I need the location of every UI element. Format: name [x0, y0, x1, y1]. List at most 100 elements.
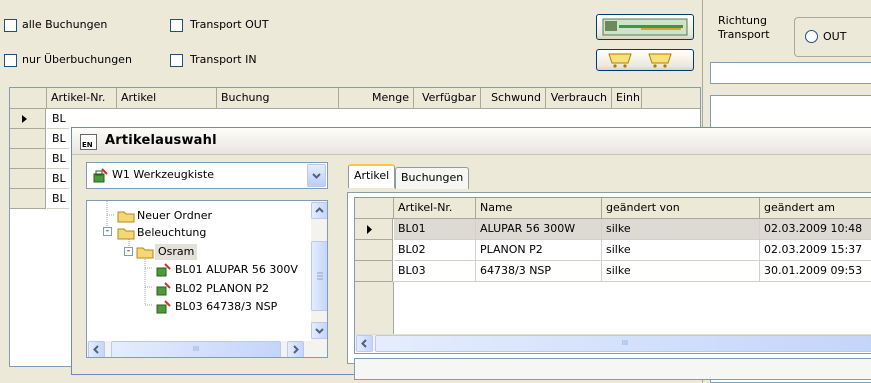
- table-cell[interactable]: BL01: [394, 219, 476, 240]
- collapse-osram-toggle[interactable]: -: [124, 247, 133, 256]
- grid-footer-bar: [354, 358, 871, 380]
- cart-transfer-button[interactable]: [596, 49, 694, 71]
- row-header[interactable]: [10, 189, 46, 209]
- col-verfuegbar[interactable]: Verfügbar: [414, 88, 481, 109]
- row-header[interactable]: [355, 261, 393, 282]
- folder-open-icon: [117, 228, 135, 240]
- scroll-up-button[interactable]: [311, 202, 327, 219]
- alle-buchungen-checkbox[interactable]: [4, 19, 17, 32]
- folder-open-icon: [136, 247, 154, 259]
- article-icon: [156, 263, 171, 277]
- table-cell[interactable]: ALUPAR 56 300W: [476, 219, 602, 240]
- nur-ueberbuchungen-label: nur Überbuchungen: [22, 53, 132, 66]
- combo-dropdown-button[interactable]: [307, 164, 326, 187]
- col-artikel-nr[interactable]: Artikel-Nr.: [394, 198, 476, 219]
- table-cell[interactable]: 02.03.2009 15:37: [760, 240, 871, 261]
- out-radio-label: OUT: [823, 30, 847, 43]
- transport-out-checkbox[interactable]: [170, 19, 183, 32]
- artikel-grid[interactable]: Artikel-Nr. Name geändert von geändert a…: [354, 197, 871, 354]
- row-header[interactable]: [355, 240, 393, 261]
- tree-vertical-scrollbar[interactable]: [311, 201, 327, 341]
- artikel-grid-corner: [355, 198, 394, 219]
- table-cell[interactable]: BL03: [394, 261, 476, 282]
- col-buchung[interactable]: Buchung: [217, 88, 339, 109]
- folder-icon: [117, 211, 135, 223]
- out-radio[interactable]: [805, 30, 818, 43]
- grip-icon: [317, 272, 323, 280]
- tree-item-bl02[interactable]: BL02 PLANON P2: [175, 281, 269, 297]
- table-cell[interactable]: BL: [47, 189, 69, 209]
- table-cell[interactable]: BL: [47, 109, 69, 129]
- transport-in-checkbox[interactable]: [170, 54, 183, 67]
- table-cell[interactable]: silke: [602, 261, 760, 282]
- col-menge[interactable]: Menge: [339, 88, 414, 109]
- truck-icon: [602, 18, 688, 36]
- chevron-left-icon: [93, 345, 99, 354]
- tree-horizontal-scrollbar[interactable]: III: [87, 341, 327, 357]
- booking-grid-corner: [10, 88, 47, 109]
- table-row[interactable]: BL01 ALUPAR 56 300W silke 02.03.2009 10:…: [355, 219, 871, 240]
- chevron-up-icon: [315, 207, 324, 213]
- chevron-down-icon: [315, 328, 324, 334]
- tab-buchungen[interactable]: Buchungen: [395, 167, 470, 189]
- table-cell[interactable]: silke: [602, 219, 760, 240]
- scroll-thumb[interactable]: III: [111, 341, 281, 357]
- scroll-right-button[interactable]: [287, 341, 304, 357]
- article-icon: [156, 282, 171, 296]
- tree-item-bl03[interactable]: BL03 64738/3 NSP: [175, 299, 277, 315]
- tree-item-osram[interactable]: Osram: [155, 244, 198, 260]
- transport-text-field[interactable]: [710, 62, 871, 84]
- table-row[interactable]: BL02 PLANON P2 silke 02.03.2009 15:37: [355, 240, 871, 261]
- col-schwund[interactable]: Schwund: [481, 88, 546, 109]
- tree-item-bl01[interactable]: BL01 ALUPAR 56 300V: [175, 262, 298, 278]
- table-cell[interactable]: 64738/3 NSP: [476, 261, 602, 282]
- current-row-arrow-icon: [367, 225, 372, 234]
- row-header[interactable]: [10, 129, 46, 149]
- werkzeugkiste-combo[interactable]: W1 Werkzeugkiste: [86, 162, 328, 189]
- table-cell[interactable]: 02.03.2009 10:48: [760, 219, 871, 240]
- table-cell[interactable]: BL02: [394, 240, 476, 261]
- dialog-title-bar[interactable]: EN Artikelauswahl: [72, 128, 871, 155]
- tree-item-beleuchtung[interactable]: Beleuchtung: [137, 225, 206, 241]
- table-cell[interactable]: BL: [47, 149, 69, 169]
- table-cell[interactable]: BL: [47, 169, 69, 189]
- col-name[interactable]: Name: [476, 198, 602, 219]
- artikel-tab-panel: Artikel-Nr. Name geändert von geändert a…: [347, 192, 871, 380]
- scroll-left-button[interactable]: [356, 335, 373, 352]
- category-tree[interactable]: - - Neuer Ordner Beleuchtung Osram BL01 …: [86, 200, 328, 358]
- row-header-current[interactable]: [355, 219, 393, 240]
- col-geaendert-am[interactable]: geändert am: [760, 198, 871, 219]
- dialog-title: Artikelauswahl: [105, 133, 217, 148]
- truck-transport-button[interactable]: [596, 14, 694, 40]
- table-cell[interactable]: silke: [602, 240, 760, 261]
- tree-item-neuer-ordner[interactable]: Neuer Ordner: [137, 208, 212, 224]
- col-geaendert-von[interactable]: geändert von: [602, 198, 760, 219]
- tab-artikel[interactable]: Artikel: [348, 164, 396, 188]
- nur-ueberbuchungen-checkbox[interactable]: [4, 54, 17, 67]
- col-verbrauch[interactable]: Verbrauch: [546, 88, 612, 109]
- scroll-thumb[interactable]: [311, 241, 327, 311]
- col-artikel-nr[interactable]: Artikel-Nr.: [47, 88, 117, 109]
- row-header[interactable]: [10, 169, 46, 189]
- col-artikel[interactable]: Artikel: [117, 88, 217, 109]
- alle-buchungen-label: alle Buchungen: [22, 18, 108, 31]
- scroll-left-button[interactable]: [88, 341, 105, 357]
- chevron-down-icon: [312, 173, 321, 179]
- scroll-thumb[interactable]: III: [375, 335, 871, 352]
- article-icon: [156, 300, 171, 314]
- grid-horizontal-scrollbar[interactable]: III: [355, 334, 871, 352]
- current-row-arrow-icon: [22, 115, 27, 123]
- richtung-label-line2: Transport: [718, 28, 770, 41]
- col-einheit[interactable]: Einh: [612, 88, 642, 109]
- row-header[interactable]: [10, 149, 46, 169]
- table-cell[interactable]: BL: [47, 129, 69, 149]
- table-row[interactable]: BL03 64738/3 NSP silke 30.01.2009 09:53: [355, 261, 871, 282]
- booking-grid-header: Artikel-Nr. Artikel Buchung Menge Verfüg…: [10, 88, 700, 109]
- scroll-down-button[interactable]: [311, 322, 327, 339]
- collapse-beleuchtung-toggle[interactable]: -: [103, 227, 112, 236]
- transport-in-label: Transport IN: [190, 53, 257, 66]
- chevron-right-icon: [293, 345, 299, 354]
- table-cell[interactable]: 30.01.2009 09:53: [760, 261, 871, 282]
- table-cell[interactable]: PLANON P2: [476, 240, 602, 261]
- row-header-current[interactable]: [10, 109, 46, 129]
